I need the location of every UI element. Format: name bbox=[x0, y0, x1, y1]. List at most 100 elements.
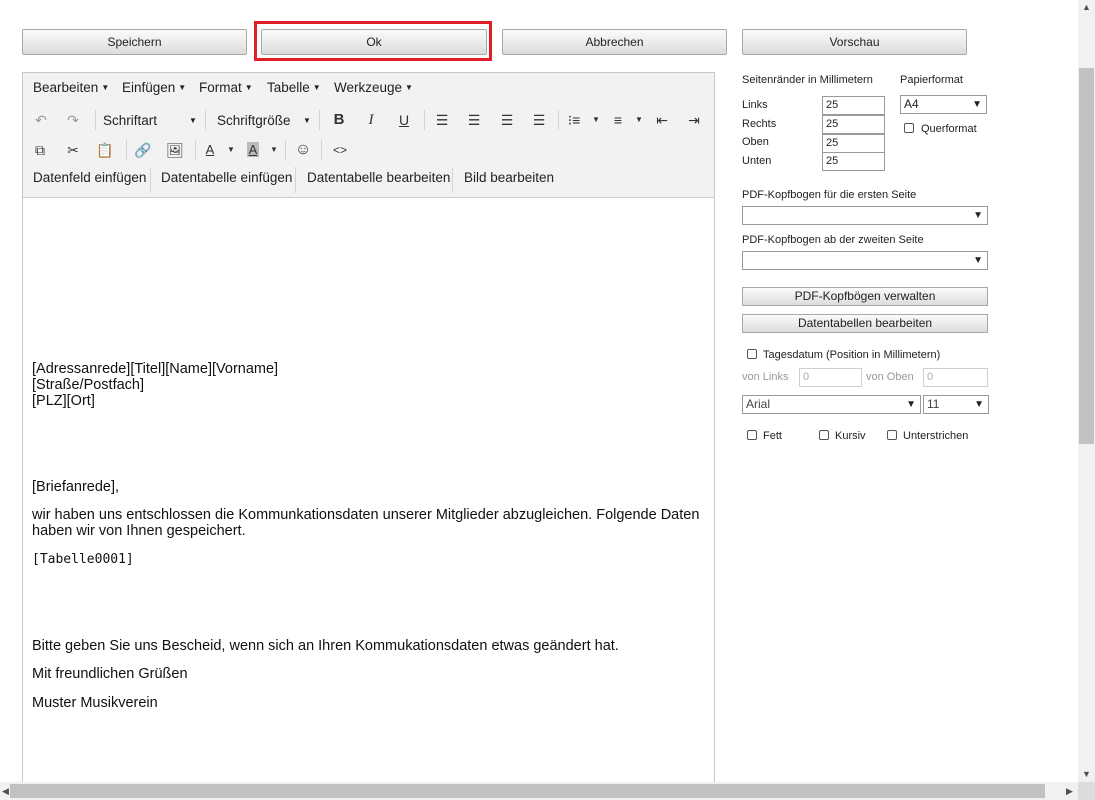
align-justify-icon[interactable]: ☰ bbox=[528, 109, 550, 131]
caret-down-icon[interactable]: ▼ bbox=[220, 139, 242, 161]
underline-checkbox[interactable] bbox=[887, 430, 897, 440]
toolbar-separator bbox=[126, 140, 127, 160]
numbered-list-icon[interactable]: ≡ bbox=[607, 109, 629, 131]
save-button[interactable]: Speichern bbox=[22, 29, 247, 55]
caret-down-icon: ▼ bbox=[189, 116, 197, 125]
text-color-icon[interactable]: A bbox=[199, 139, 221, 161]
letterhead-second-label: PDF-Kopfbogen ab der zweiten Seite bbox=[742, 234, 924, 246]
indent-icon[interactable]: ⇥ bbox=[683, 109, 705, 131]
salutation: [Briefanrede], bbox=[32, 479, 120, 495]
cut-icon[interactable]: ✂ bbox=[62, 139, 84, 161]
link-icon[interactable]: 🔗 bbox=[132, 139, 154, 161]
caret-down-icon: ▼ bbox=[178, 83, 187, 92]
cancel-button[interactable]: Abbrechen bbox=[502, 29, 727, 55]
scroll-up-arrow-icon[interactable]: ▲ bbox=[1082, 2, 1091, 12]
margin-bottom-input[interactable]: 25 bbox=[822, 152, 885, 171]
date-label: Tagesdatum (Position in Millimetern) bbox=[763, 349, 941, 361]
italic-icon[interactable]: I bbox=[360, 109, 382, 131]
vertical-scrollbar-thumb[interactable] bbox=[1079, 68, 1094, 444]
edit-image-button[interactable]: Bild bearbeiten bbox=[464, 170, 554, 185]
menu-format-label: Format bbox=[199, 80, 242, 95]
italic-checkbox[interactable] bbox=[819, 430, 829, 440]
align-left-icon[interactable]: ☰ bbox=[431, 109, 453, 131]
date-size-select[interactable]: 11 ▼ bbox=[923, 395, 989, 414]
redo-icon[interactable]: ↷ bbox=[62, 109, 84, 131]
align-center-icon[interactable]: ☰ bbox=[463, 109, 485, 131]
caret-down-icon[interactable]: ▼ bbox=[585, 109, 607, 131]
underline-icon[interactable]: U bbox=[393, 109, 415, 131]
margin-bottom-label: Unten bbox=[742, 155, 772, 167]
copy-icon[interactable]: ⧉ bbox=[29, 139, 51, 161]
toolbar-separator bbox=[295, 167, 296, 193]
date-checkbox[interactable] bbox=[747, 349, 757, 359]
menu-tools[interactable]: Werkzeuge ▼ bbox=[334, 80, 413, 95]
paper-format-select[interactable]: A4 ▼ bbox=[900, 95, 987, 114]
horizontal-scrollbar-thumb[interactable] bbox=[10, 784, 1045, 798]
menu-edit[interactable]: Bearbeiten ▼ bbox=[33, 80, 109, 95]
closing-request: Bitte geben Sie uns Bescheid, wenn sich … bbox=[32, 638, 619, 654]
toolbar-separator bbox=[558, 110, 559, 130]
outdent-icon[interactable]: ⇤ bbox=[651, 109, 673, 131]
letterhead-first-select[interactable]: ▼ bbox=[742, 206, 988, 225]
address-line-2: [Straße/Postfach] bbox=[32, 377, 145, 393]
font-size-label: Schriftgröße bbox=[217, 113, 291, 128]
caret-down-icon: ▼ bbox=[405, 83, 413, 92]
emoji-icon[interactable]: ☺ bbox=[292, 139, 314, 161]
from-top-input[interactable]: 0 bbox=[923, 368, 988, 387]
bold-icon[interactable]: B bbox=[328, 109, 350, 131]
background-color-icon[interactable]: A bbox=[242, 139, 264, 161]
bold-label: Fett bbox=[763, 430, 782, 442]
toolbar-separator bbox=[285, 140, 286, 160]
bullet-list-icon[interactable]: ⁝≡ bbox=[563, 109, 585, 131]
edit-datatables-button[interactable]: Datentabellen bearbeiten bbox=[742, 314, 988, 333]
caret-down-icon[interactable]: ▼ bbox=[628, 109, 650, 131]
menu-edit-label: Bearbeiten bbox=[33, 80, 99, 95]
preview-button[interactable]: Vorschau bbox=[742, 29, 967, 55]
undo-icon[interactable]: ↶ bbox=[30, 109, 52, 131]
underline-label: Unterstrichen bbox=[903, 430, 969, 442]
paste-icon[interactable]: 📋 bbox=[94, 139, 116, 161]
from-left-input[interactable]: 0 bbox=[799, 368, 862, 387]
align-right-icon[interactable]: ☰ bbox=[496, 109, 518, 131]
menu-insert[interactable]: Einfügen ▼ bbox=[122, 80, 186, 95]
font-size-select[interactable]: Schriftgröße ▼ bbox=[217, 113, 311, 128]
scroll-down-arrow-icon[interactable]: ▼ bbox=[1082, 769, 1091, 779]
address-line-1: [Adressanrede][Titel][Name][Vorname] bbox=[32, 361, 279, 377]
chevron-down-icon: ▼ bbox=[973, 255, 983, 266]
toolbar-separator bbox=[195, 140, 196, 160]
from-left-label: von Links bbox=[742, 371, 789, 383]
insert-datatable-button[interactable]: Datentabelle einfügen bbox=[161, 170, 292, 185]
caret-down-icon: ▼ bbox=[244, 83, 253, 92]
body-paragraph: wir haben uns entschlossen die Kommunkat… bbox=[32, 507, 700, 539]
landscape-checkbox[interactable] bbox=[904, 123, 914, 133]
source-code-icon[interactable]: <> bbox=[329, 139, 351, 161]
regards: Mit freundlichen Grüßen bbox=[32, 666, 188, 682]
caret-down-icon: ▼ bbox=[101, 83, 110, 92]
ok-button-highlight bbox=[254, 21, 492, 61]
letterhead-second-select[interactable]: ▼ bbox=[742, 251, 988, 270]
chevron-down-icon: ▼ bbox=[906, 399, 916, 410]
menu-format[interactable]: Format ▼ bbox=[199, 80, 253, 95]
manage-letterheads-button[interactable]: PDF-Kopfbögen verwalten bbox=[742, 287, 988, 306]
margin-right-input[interactable]: 25 bbox=[822, 115, 885, 134]
sender: Muster Musikverein bbox=[32, 695, 158, 711]
chevron-down-icon: ▼ bbox=[972, 99, 982, 110]
caret-down-icon: ▼ bbox=[303, 116, 311, 125]
italic-label: Kursiv bbox=[835, 430, 866, 442]
caret-down-icon[interactable]: ▼ bbox=[263, 139, 285, 161]
scroll-left-arrow-icon[interactable]: ◀ bbox=[2, 786, 9, 797]
margin-top-input[interactable]: 25 bbox=[822, 134, 885, 153]
scroll-right-arrow-icon[interactable]: ▶ bbox=[1066, 786, 1073, 797]
insert-datafield-button[interactable]: Datenfeld einfügen bbox=[33, 170, 146, 185]
letterhead-first-label: PDF-Kopfbogen für die ersten Seite bbox=[742, 189, 917, 201]
date-font-select[interactable]: Arial ▼ bbox=[742, 395, 921, 414]
image-icon[interactable]: 🖼 bbox=[164, 139, 186, 161]
bold-checkbox[interactable] bbox=[747, 430, 757, 440]
menu-table[interactable]: Tabelle ▼ bbox=[267, 80, 321, 95]
font-family-select[interactable]: Schriftart ▼ bbox=[103, 113, 197, 128]
address-line-3: [PLZ][Ort] bbox=[32, 393, 95, 409]
margin-left-input[interactable]: 25 bbox=[822, 96, 885, 115]
paper-format-value: A4 bbox=[904, 97, 919, 111]
table-placeholder: [Tabelle0001] bbox=[32, 552, 134, 567]
edit-datatable-button[interactable]: Datentabelle bearbeiten bbox=[307, 170, 450, 185]
